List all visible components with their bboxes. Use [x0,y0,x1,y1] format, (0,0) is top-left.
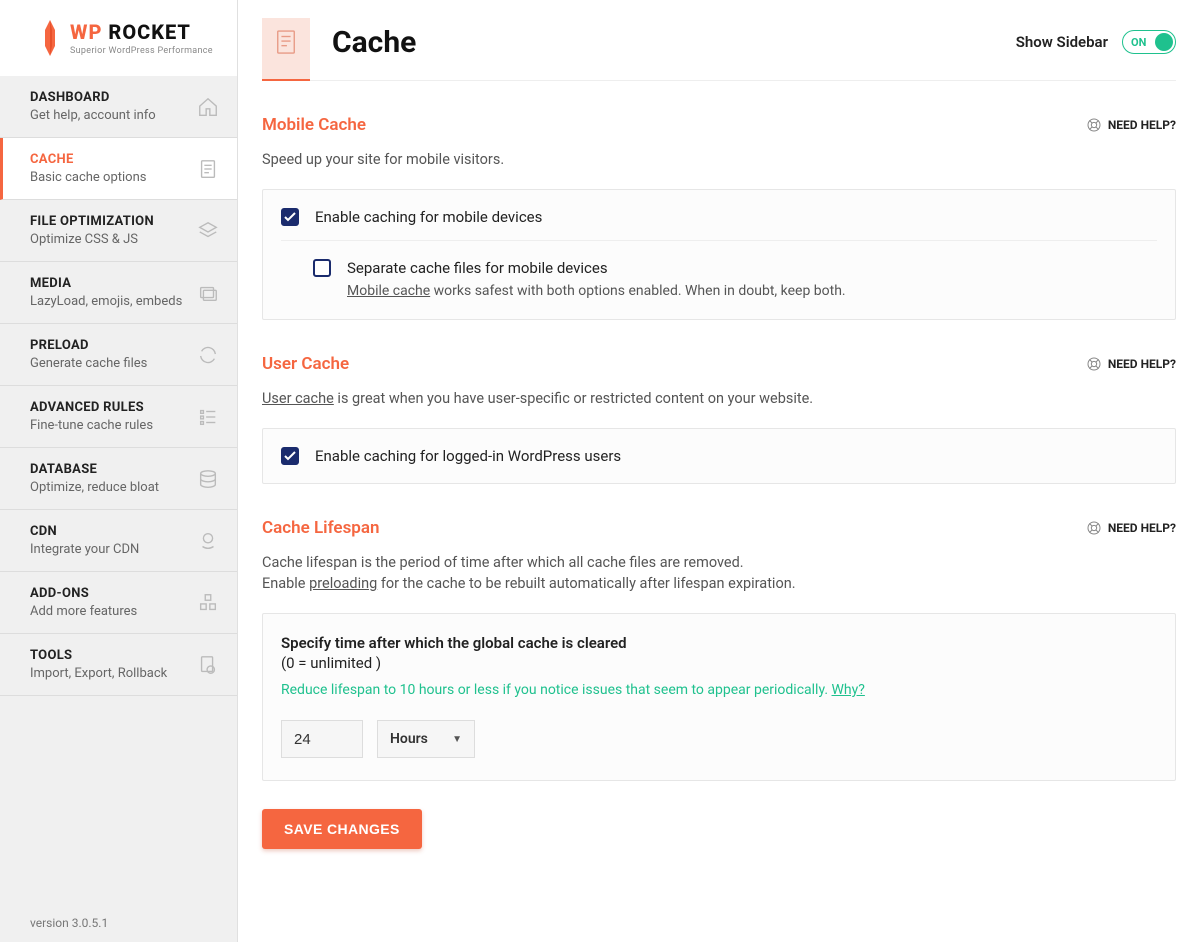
save-changes-button[interactable]: SAVE CHANGES [262,809,422,849]
nav-sub: Fine-tune cache rules [30,418,153,433]
options-box: Enable caching for logged-in WordPress u… [262,428,1176,484]
layers-icon [197,220,219,242]
main: Cache Show Sidebar ON Mobile Cache NEED … [238,0,1200,942]
nav-sub: Import, Export, Rollback [30,666,167,681]
toggle-label: ON [1131,36,1146,49]
section-desc: User cache is great when you have user-s… [262,388,1176,410]
lifebuoy-icon [1086,356,1102,372]
nav-title: PRELOAD [30,338,147,353]
nav-title: CACHE [30,152,146,167]
nav-title: ADVANCED RULES [30,400,153,415]
checkbox-separate-mobile[interactable] [313,259,331,277]
nav-sub: LazyLoad, emojis, embeds [30,294,182,309]
nav-sub: Generate cache files [30,356,147,371]
options-box: Enable caching for mobile devices Separa… [262,189,1176,320]
page-icon [262,18,310,81]
option-label: Enable caching for mobile devices [315,208,542,226]
help-link[interactable]: NEED HELP? [1086,356,1176,372]
help-text: NEED HELP? [1108,521,1176,535]
rocket-icon [38,18,62,58]
sidebar-item-advanced-rules[interactable]: ADVANCED RULES Fine-tune cache rules [0,386,237,448]
section-mobile-cache: Mobile Cache NEED HELP? Speed up your si… [262,115,1176,320]
database-icon [197,468,219,490]
desc-link-inline[interactable]: preloading [309,575,377,592]
refresh-icon [197,344,219,366]
check-icon [284,212,296,222]
nav-sub: Optimize, reduce bloat [30,480,159,495]
sidebar-item-cache[interactable]: CACHE Basic cache options [0,138,237,200]
list-icon [197,406,219,428]
nav-sub: Get help, account info [30,108,156,123]
nav-sub: Add more features [30,604,137,619]
lifebuoy-icon [1086,117,1102,133]
help-text: NEED HELP? [1108,118,1176,132]
show-sidebar-label: Show Sidebar [1016,33,1108,51]
toggle-knob [1155,33,1173,51]
boxes-icon [197,592,219,614]
sidebar-item-database[interactable]: DATABASE Optimize, reduce bloat [0,448,237,510]
select-value: Hours [390,731,428,747]
document-icon [275,29,297,55]
nav-title: DASHBOARD [30,90,156,105]
sidebar-item-file-optimization[interactable]: FILE OPTIMIZATION Optimize CSS & JS [0,200,237,262]
nav-title: FILE OPTIMIZATION [30,214,154,229]
section-desc: Cache lifespan is the period of time aft… [262,552,1176,596]
options-box: Specify time after which the global cach… [262,613,1176,781]
nav-sub: Basic cache options [30,170,146,185]
home-icon [197,96,219,118]
nav-sub: Optimize CSS & JS [30,232,154,247]
section-title: Cache Lifespan [262,518,380,538]
sidebar-item-dashboard[interactable]: DASHBOARD Get help, account info [0,76,237,138]
section-desc: Speed up your site for mobile visitors. [262,149,1176,171]
option-label: Enable caching for logged-in WordPress u… [315,447,621,465]
nav-title: CDN [30,524,139,539]
section-cache-lifespan: Cache Lifespan NEED HELP? Cache lifespan… [262,518,1176,782]
show-sidebar-toggle[interactable]: ON [1122,30,1176,54]
lifespan-tip: Reduce lifespan to 10 hours or less if y… [281,682,1157,698]
header: Cache Show Sidebar ON [262,0,1176,81]
desc-link-inline[interactable]: User cache [262,390,334,407]
nav-sub: Integrate your CDN [30,542,139,557]
help-link[interactable]: NEED HELP? [1086,520,1176,536]
document-icon [197,158,219,180]
sidebar-item-preload[interactable]: PRELOAD Generate cache files [0,324,237,386]
lifebuoy-icon [1086,520,1102,536]
images-icon [197,282,219,304]
logo: WP ROCKET Superior WordPress Performance [0,0,237,76]
logo-rocket: ROCKET [108,20,191,44]
sidebar: WP ROCKET Superior WordPress Performance… [0,0,238,942]
sidebar-item-tools[interactable]: TOOLS Import, Export, Rollback [0,634,237,696]
gear-file-icon [197,654,219,676]
nav-title: DATABASE [30,462,159,477]
tip-link[interactable]: Why? [832,682,865,698]
section-title: Mobile Cache [262,115,366,135]
lifespan-unit-select[interactable]: Hours ▼ [377,720,475,758]
section-user-cache: User Cache NEED HELP? User cache is grea… [262,354,1176,484]
checkbox-mobile-cache[interactable] [281,208,299,226]
lifespan-value-input[interactable] [281,720,363,758]
nav-title: TOOLS [30,648,167,663]
sidebar-item-addons[interactable]: ADD-ONS Add more features [0,572,237,634]
nav-title: MEDIA [30,276,182,291]
option-help: Mobile cache works safest with both opti… [347,283,846,299]
lifespan-title: Specify time after which the global cach… [281,634,1157,652]
chevron-down-icon: ▼ [452,734,462,745]
globe-hand-icon [197,530,219,552]
nav: DASHBOARD Get help, account info CACHE B… [0,76,237,904]
help-link-inline[interactable]: Mobile cache [347,283,430,299]
option-label: Separate cache files for mobile devices [347,259,846,277]
check-icon [284,451,296,461]
sidebar-item-media[interactable]: MEDIA LazyLoad, emojis, embeds [0,262,237,324]
nav-title: ADD-ONS [30,586,137,601]
help-text: NEED HELP? [1108,357,1176,371]
version-text: version 3.0.5.1 [0,904,237,942]
checkbox-user-cache[interactable] [281,447,299,465]
logo-tagline: Superior WordPress Performance [70,46,213,56]
page-title: Cache [332,25,416,60]
logo-wp: WP [70,20,102,44]
help-link[interactable]: NEED HELP? [1086,117,1176,133]
lifespan-sub: (0 = unlimited ) [281,654,1157,672]
section-title: User Cache [262,354,349,374]
sidebar-item-cdn[interactable]: CDN Integrate your CDN [0,510,237,572]
